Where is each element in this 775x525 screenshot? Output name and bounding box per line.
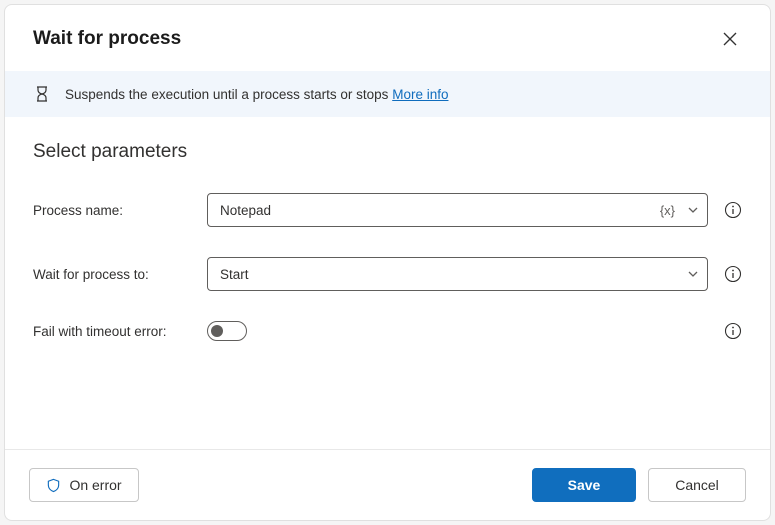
shield-icon (46, 478, 61, 493)
save-button[interactable]: Save (532, 468, 636, 502)
dialog-footer: On error Save Cancel (5, 449, 770, 520)
more-info-link[interactable]: More info (392, 87, 448, 102)
process-name-input-wrapper: Notepad {x} (207, 193, 708, 227)
process-name-dropdown-toggle[interactable] (684, 201, 702, 219)
wait-for-process-dialog: Wait for process Suspends the execution … (4, 4, 771, 521)
wait-for-select[interactable]: Start (207, 257, 708, 291)
chevron-down-icon (687, 204, 699, 216)
on-error-label: On error (69, 477, 121, 493)
wait-for-label: Wait for process to: (33, 267, 191, 282)
close-icon (723, 32, 737, 46)
chevron-down-icon (687, 268, 699, 280)
fail-timeout-label: Fail with timeout error: (33, 324, 191, 339)
cancel-button[interactable]: Cancel (648, 468, 746, 502)
dialog-content: Select parameters Process name: Notepad … (5, 117, 770, 449)
insert-variable-button[interactable]: {x} (657, 200, 678, 221)
process-name-label: Process name: (33, 203, 191, 218)
on-error-button[interactable]: On error (29, 468, 139, 502)
banner-text: Suspends the execution until a process s… (65, 87, 448, 102)
toggle-knob (211, 325, 223, 337)
process-name-help-icon[interactable] (724, 201, 742, 219)
hourglass-icon (33, 85, 51, 103)
wait-for-row: Wait for process to: Start (33, 257, 742, 291)
process-name-row: Process name: Notepad {x} (33, 193, 742, 227)
fail-timeout-row: Fail with timeout error: (33, 321, 742, 341)
fail-timeout-help-icon[interactable] (724, 322, 742, 340)
process-name-input[interactable]: Notepad (207, 193, 708, 227)
section-title: Select parameters (33, 141, 742, 163)
fail-timeout-toggle[interactable] (207, 321, 247, 341)
wait-for-dropdown-toggle[interactable] (684, 265, 702, 283)
dialog-title: Wait for process (33, 28, 181, 50)
wait-for-select-wrapper: Start (207, 257, 708, 291)
info-banner: Suspends the execution until a process s… (5, 71, 770, 117)
close-button[interactable] (714, 23, 746, 55)
wait-for-help-icon[interactable] (724, 265, 742, 283)
dialog-header: Wait for process (5, 5, 770, 71)
